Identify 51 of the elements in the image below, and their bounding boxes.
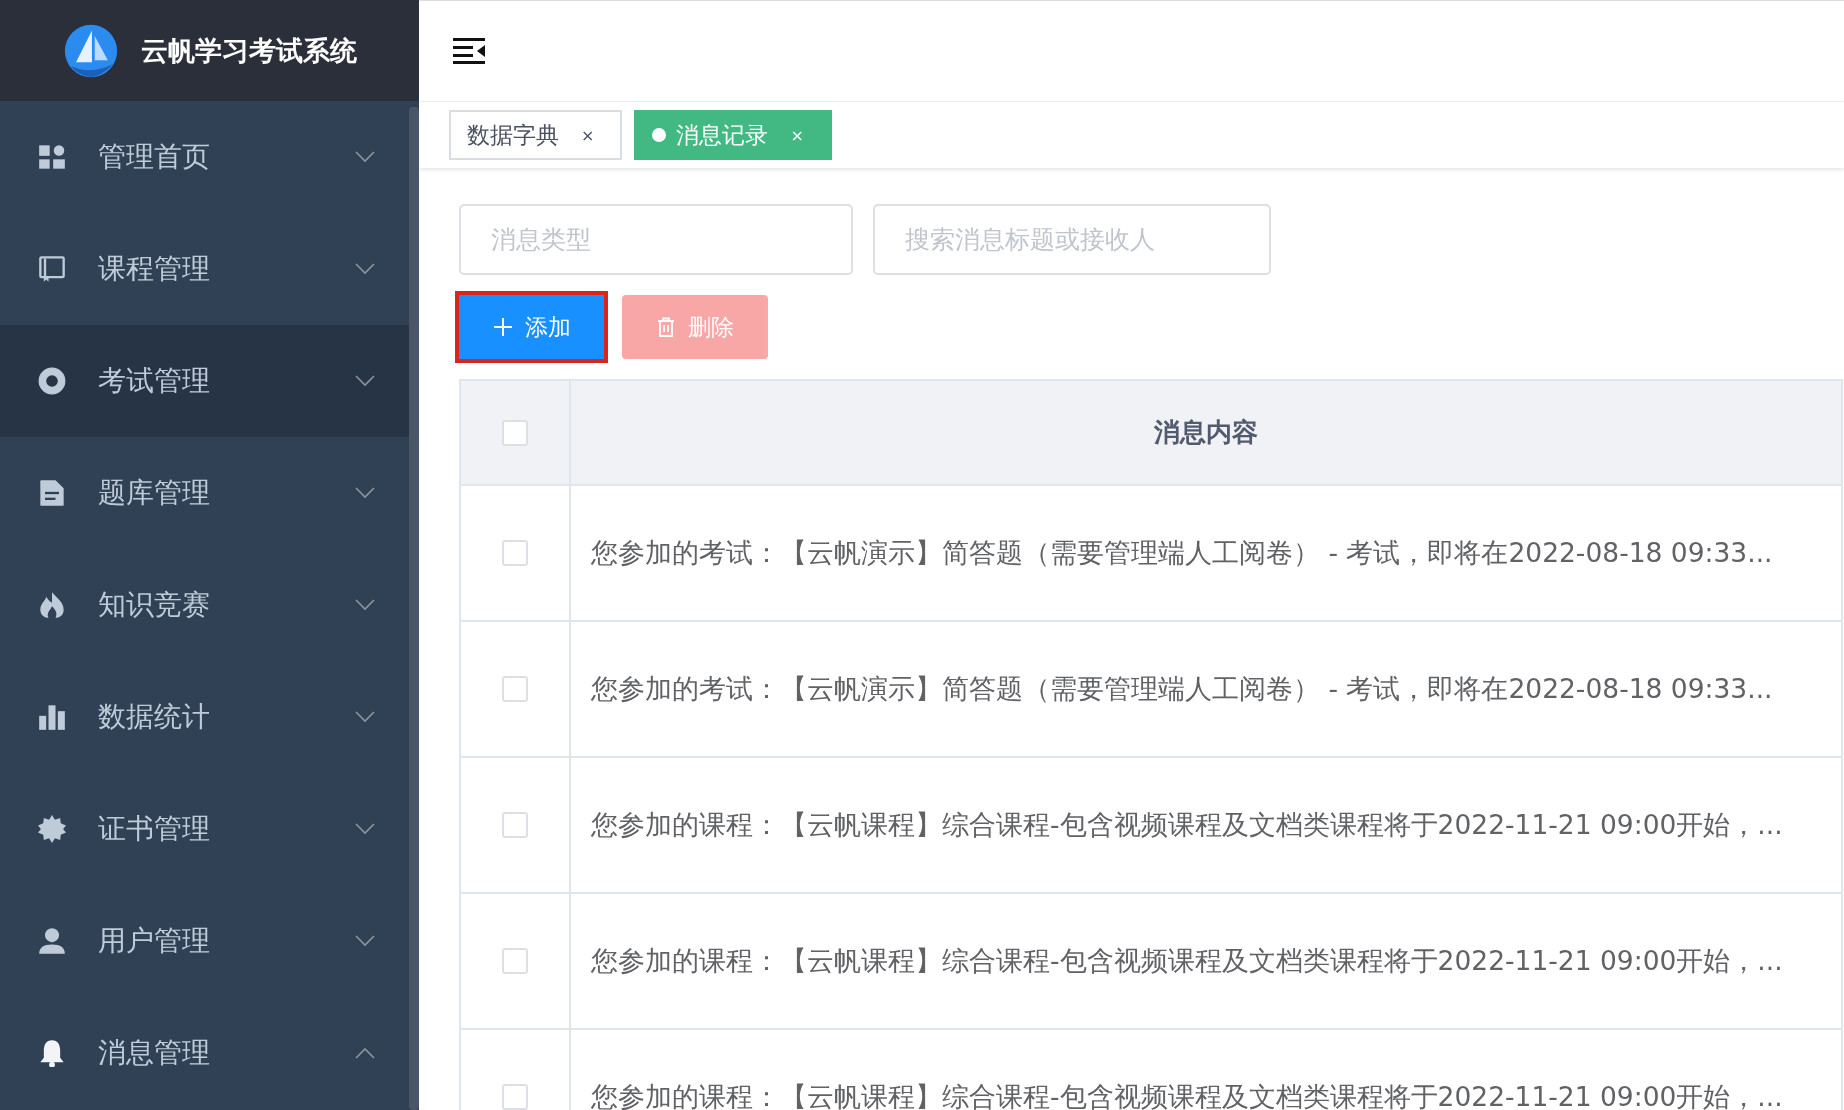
- sidebar-item[interactable]: 用户管理: [0, 885, 409, 997]
- bar-chart-icon: [38, 703, 66, 731]
- book-icon: [38, 255, 66, 283]
- bell-icon: [38, 1039, 66, 1067]
- menu-label: 管理首页: [98, 139, 211, 175]
- status-dot: [652, 128, 667, 142]
- ring-icon: [38, 367, 66, 395]
- message-cell: 您参加的考试：【云帆演示】简答题（需要管理端人工阅卷） - 考试，即将在2022-08-18 09:33...: [571, 622, 1843, 756]
- menu-label: 考试管理: [98, 363, 211, 399]
- flame-icon: [38, 591, 66, 619]
- trash-icon: [656, 317, 676, 337]
- checkbox[interactable]: [502, 676, 528, 702]
- seal-icon: [38, 815, 66, 843]
- scrollbar[interactable]: [409, 107, 419, 1110]
- checkbox[interactable]: [502, 948, 528, 974]
- sidebar-item[interactable]: 管理首页: [0, 101, 409, 213]
- filter-input[interactable]: 消息类型: [459, 204, 853, 275]
- menu-label: 知识竞赛: [98, 587, 211, 623]
- sidebar-item[interactable]: 消息管理: [0, 997, 409, 1109]
- add-button[interactable]: 添加: [459, 295, 604, 359]
- menu-label: 课程管理: [98, 251, 211, 287]
- user-icon: [38, 927, 66, 955]
- sidebar-item[interactable]: 数据统计: [0, 661, 409, 773]
- message-cell: 您参加的考试：【云帆演示】简答题（需要管理端人工阅卷） - 考试，即将在2022-08-18 09:33...: [571, 486, 1843, 620]
- page-tab[interactable]: 数据字典 ×: [449, 110, 623, 160]
- sailboat-logo-icon: [62, 22, 119, 79]
- sidebar-item[interactable]: 考试管理: [0, 325, 409, 437]
- checkbox[interactable]: [502, 540, 528, 566]
- menu-icon[interactable]: [453, 38, 485, 64]
- checkbox[interactable]: [502, 812, 528, 838]
- message-cell: 您参加的课程：【云帆课程】综合课程-包含视频课程及文档类课程将于2022-11-21 09:00开始，...: [571, 758, 1843, 892]
- menu-label: 数据统计: [98, 699, 211, 735]
- filter-input[interactable]: 搜索消息标题或接收人: [873, 204, 1271, 275]
- sidebar-item[interactable]: 知识竞赛: [0, 549, 409, 661]
- message-cell: 您参加的课程：【云帆课程】综合课程-包含视频课程及文档类课程将于2022-11-21 09:00开始，...: [571, 894, 1843, 1028]
- document-icon: [38, 479, 66, 507]
- menu-label: 证书管理: [98, 811, 211, 847]
- grid-icon: [38, 143, 66, 171]
- menu-label: 用户管理: [98, 923, 211, 959]
- app-title: 云帆学习考试系统: [140, 33, 357, 68]
- checkbox[interactable]: [502, 1084, 528, 1110]
- message-cell: 您参加的课程：【云帆课程】综合课程-包含视频课程及文档类课程将于2022-11-21 09:00开始，...: [571, 1030, 1843, 1110]
- sidebar-item[interactable]: 课程管理: [0, 213, 409, 325]
- sidebar-item[interactable]: 题库管理: [0, 437, 409, 549]
- column-header: 消息内容: [571, 381, 1843, 484]
- close-tab-button[interactable]: ×: [581, 125, 595, 145]
- sidebar-item[interactable]: 证书管理: [0, 773, 409, 885]
- menu-label: 消息管理: [98, 1035, 211, 1071]
- plus-icon: [492, 317, 513, 337]
- checkbox[interactable]: [502, 419, 528, 446]
- menu-label: 题库管理: [98, 475, 211, 511]
